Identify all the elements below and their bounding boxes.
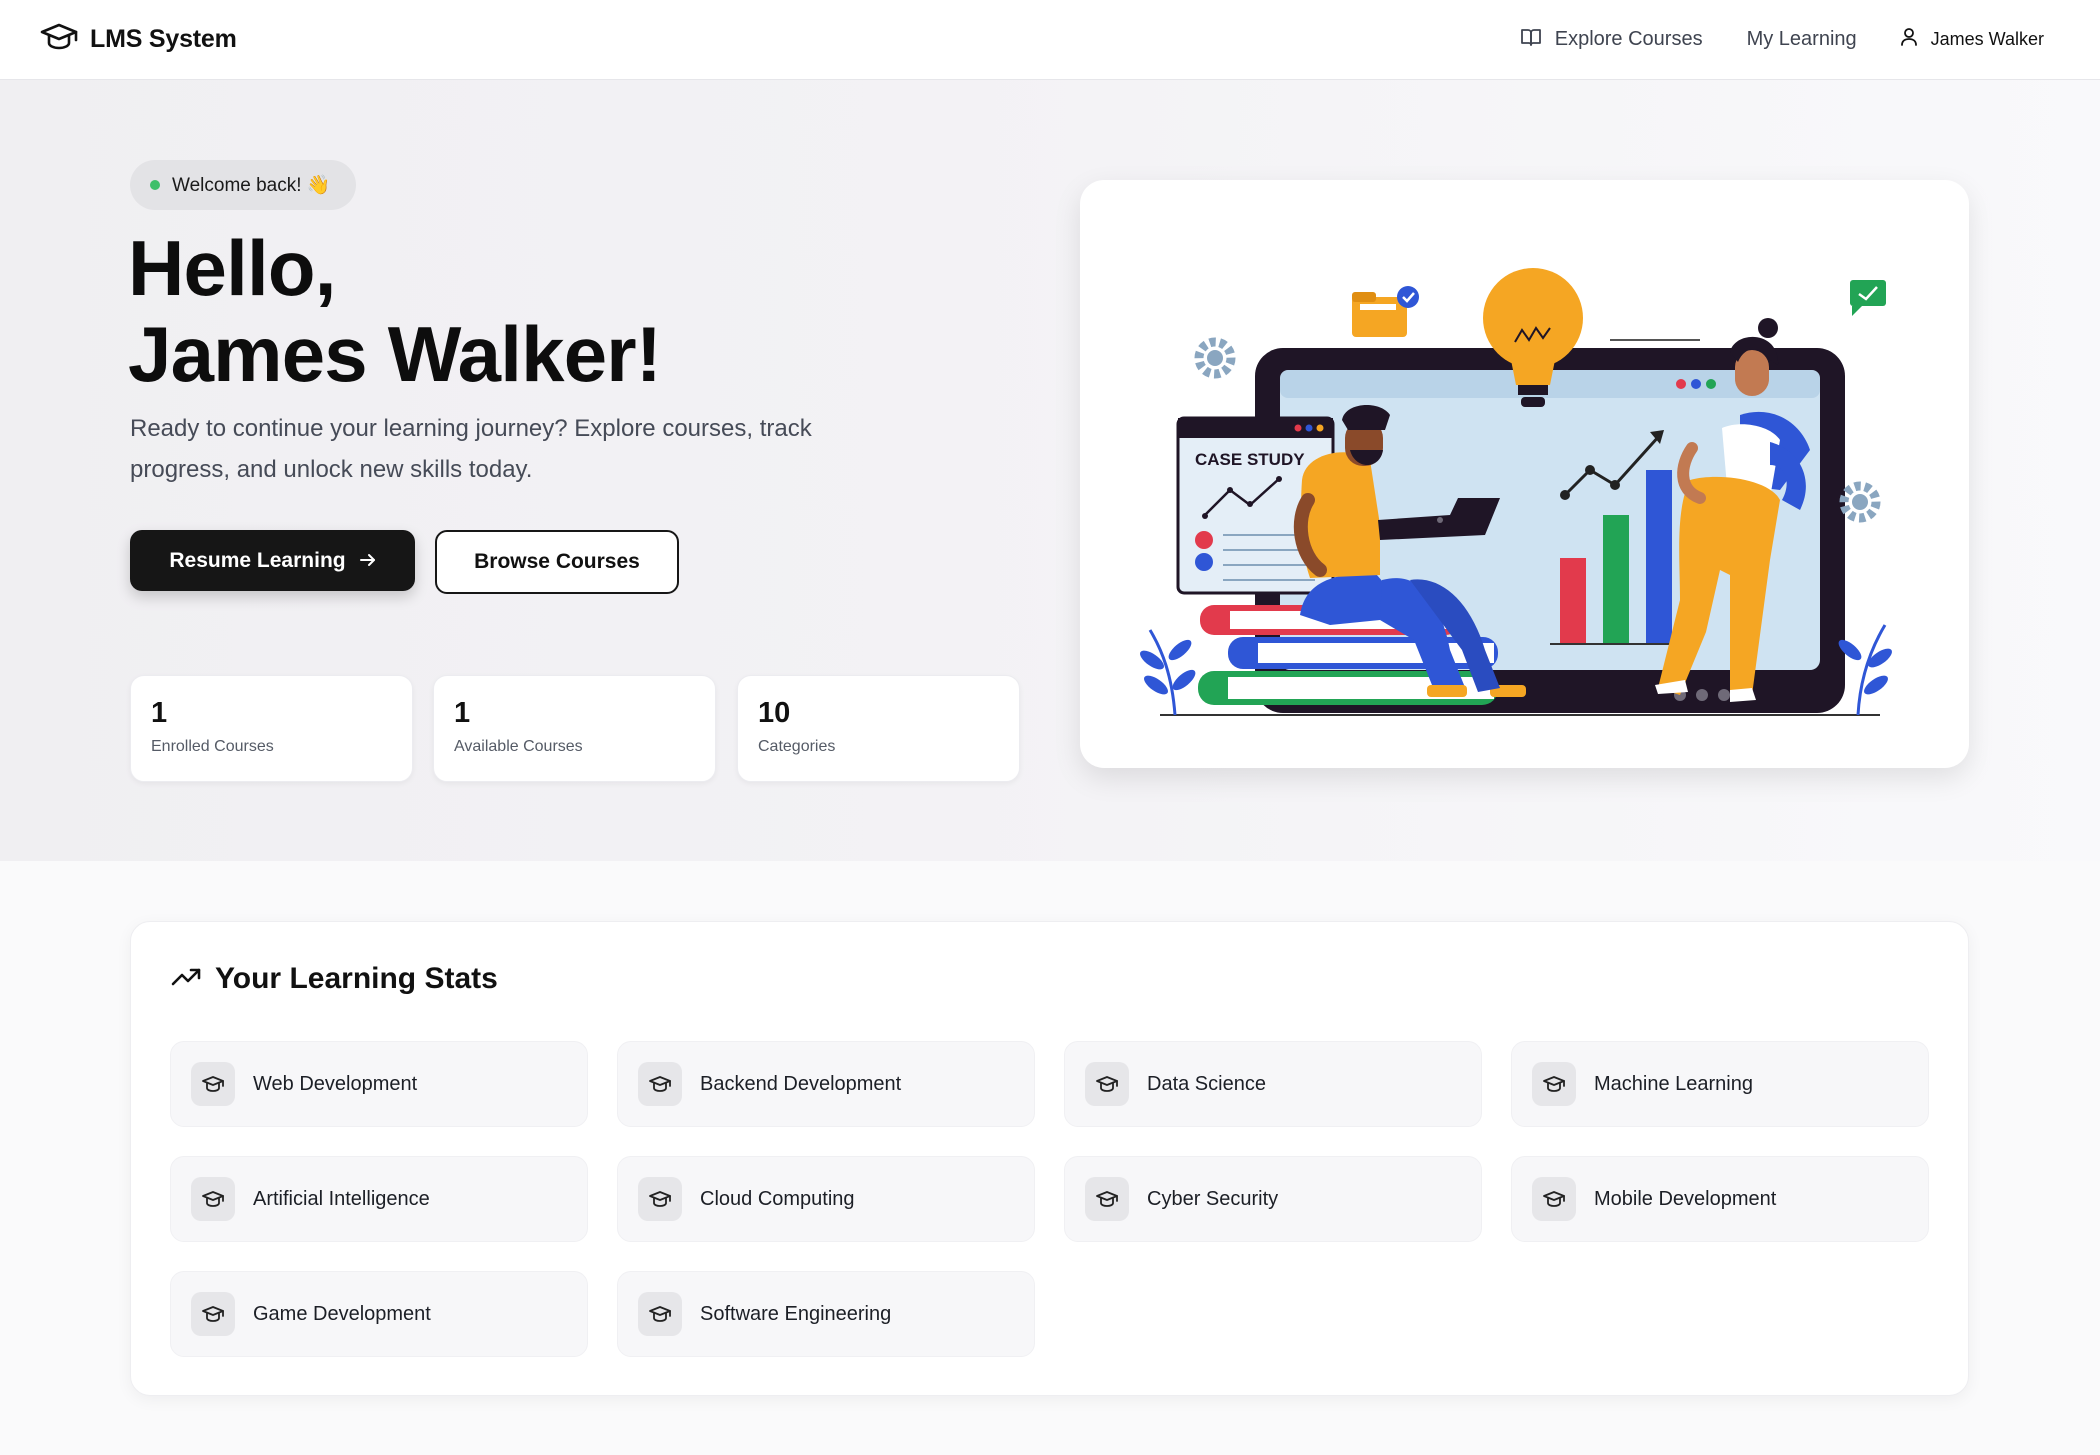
nav-explore-label: Explore Courses [1554, 28, 1703, 50]
category-card[interactable]: Mobile Development [1511, 1156, 1929, 1242]
browse-courses-label: Browse Courses [474, 550, 640, 573]
brand[interactable]: LMS System [40, 22, 237, 57]
graduation-cap-icon [1085, 1062, 1129, 1106]
stat-value: 1 [454, 697, 471, 729]
welcome-badge: Welcome back! 👋 [130, 160, 356, 210]
stat-label: Available Courses [454, 738, 583, 755]
category-label: Game Development [253, 1302, 431, 1325]
learning-illustration: CASE STUDY [1140, 268, 1892, 716]
nav-my-learning[interactable]: My Learning [1747, 28, 1857, 51]
book-open-icon [1520, 28, 1541, 52]
hero-description: Ready to continue your learning journey?… [130, 415, 812, 483]
top-navbar: LMS System Explore Courses My Learning J… [0, 0, 2100, 80]
graduation-cap-icon [638, 1177, 682, 1221]
stat-value: 1 [151, 697, 168, 729]
category-card[interactable]: Cyber Security [1064, 1156, 1482, 1242]
category-card[interactable]: Backend Development [617, 1041, 1035, 1127]
resume-learning-button[interactable]: Resume Learning [130, 530, 415, 591]
category-label: Artificial Intelligence [253, 1187, 430, 1210]
nav-links: Explore Courses My Learning James Walker [1520, 28, 2044, 52]
trending-up-icon [171, 967, 201, 992]
category-label: Mobile Development [1594, 1187, 1777, 1210]
category-card[interactable]: Data Science [1064, 1041, 1482, 1127]
category-label: Software Engineering [700, 1302, 892, 1325]
stat-card-categories: 10 Categories [737, 675, 1020, 782]
category-label: Web Development [253, 1072, 418, 1095]
online-status-dot [150, 180, 160, 190]
hero-title: Hello, James Walker! [128, 224, 662, 398]
case-study-label: CASE STUDY [1195, 450, 1305, 469]
user-name: James Walker [1930, 29, 2044, 49]
graduation-cap-icon [191, 1177, 235, 1221]
section-title: Your Learning Stats [215, 962, 498, 995]
category-card[interactable]: Software Engineering [617, 1271, 1035, 1357]
graduation-cap-icon [638, 1292, 682, 1336]
category-label: Backend Development [700, 1072, 902, 1095]
stat-card-enrolled: 1 Enrolled Courses [130, 675, 413, 782]
category-label: Cloud Computing [700, 1187, 855, 1210]
stat-card-available: 1 Available Courses [433, 675, 716, 782]
graduation-cap-icon [1532, 1177, 1576, 1221]
user-icon [1900, 28, 1917, 51]
nav-user-profile[interactable]: James Walker [1900, 28, 2044, 51]
category-card[interactable]: Web Development [170, 1041, 588, 1127]
stat-value: 10 [758, 697, 791, 729]
category-label: Data Science [1147, 1072, 1266, 1095]
category-card[interactable]: Cloud Computing [617, 1156, 1035, 1242]
graduation-cap-icon [40, 22, 78, 57]
graduation-cap-icon [1532, 1062, 1576, 1106]
graduation-cap-icon [1085, 1177, 1129, 1221]
category-card[interactable]: Machine Learning [1511, 1041, 1929, 1127]
nav-my-learning-label: My Learning [1746, 28, 1857, 50]
learning-stats-section: Your Learning Stats Web Development Backe… [130, 921, 1969, 1396]
nav-explore-courses[interactable]: Explore Courses [1520, 28, 1703, 52]
category-label: Cyber Security [1147, 1187, 1279, 1210]
hero-illustration-card: CASE STUDY [1080, 180, 1969, 768]
arrow-right-icon [359, 549, 376, 573]
brand-name: LMS System [90, 25, 237, 53]
hero-section: Welcome back! 👋 Hello, James Walker! Rea… [0, 80, 2100, 861]
graduation-cap-icon [191, 1062, 235, 1106]
graduation-cap-icon [638, 1062, 682, 1106]
browse-courses-button[interactable]: Browse Courses [435, 530, 679, 594]
welcome-badge-text: Welcome back! 👋 [172, 175, 331, 196]
category-card[interactable]: Game Development [170, 1271, 588, 1357]
stat-label: Categories [758, 738, 836, 755]
category-label: Machine Learning [1594, 1072, 1753, 1095]
section-header: Your Learning Stats [171, 962, 498, 996]
graduation-cap-icon [191, 1292, 235, 1336]
category-card[interactable]: Artificial Intelligence [170, 1156, 588, 1242]
resume-learning-label: Resume Learning [169, 548, 346, 572]
stat-label: Enrolled Courses [151, 738, 274, 755]
hero-title-line1: Hello, [128, 224, 336, 312]
hero-title-line2: James Walker! [128, 310, 662, 398]
